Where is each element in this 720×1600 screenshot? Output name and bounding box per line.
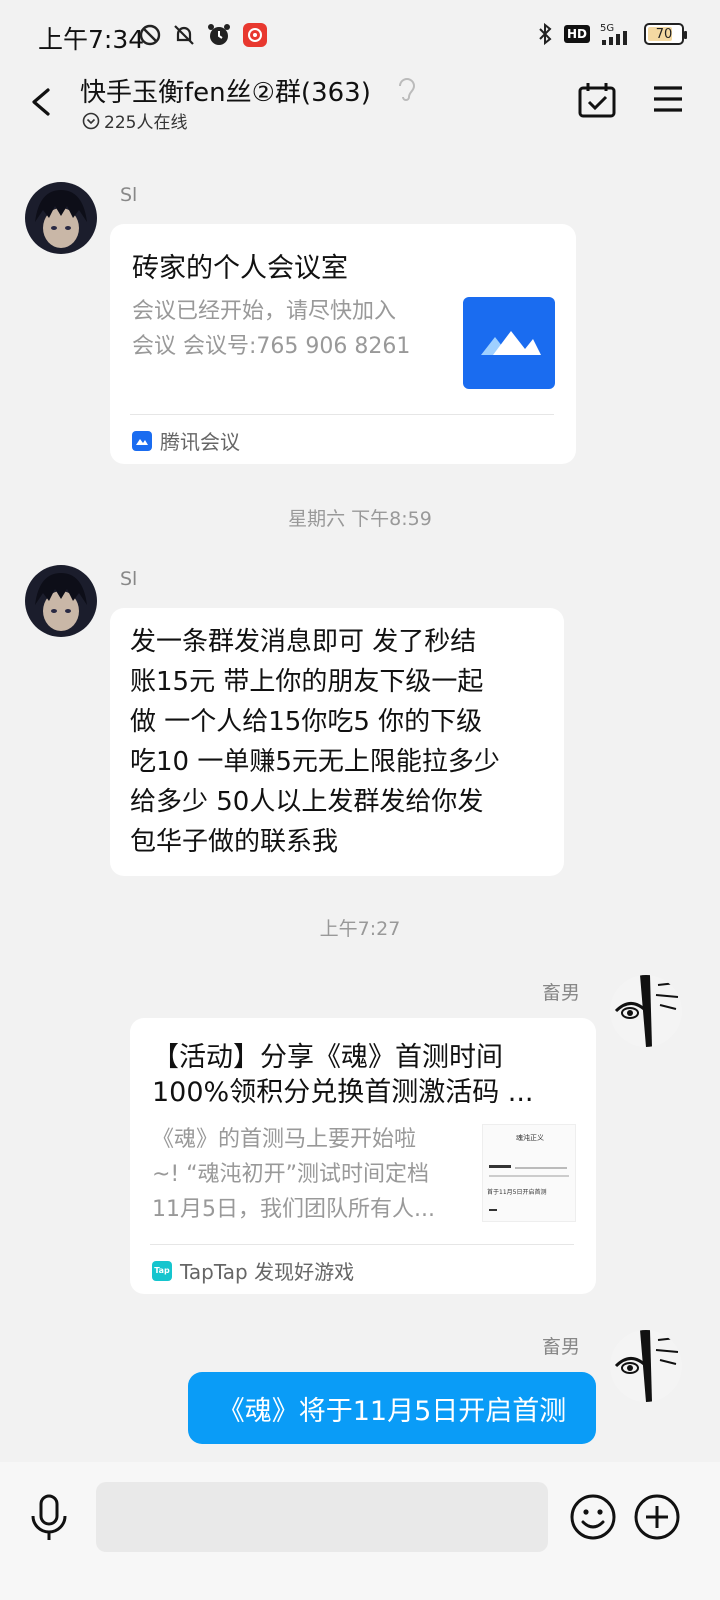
meeting-card[interactable]: 砖家的个人会议室 会议已经开始，请尽快加入 会议 会议号:765 906 826… <box>110 224 576 464</box>
card-source: Tap TapTap 发现好游戏 <box>152 1256 354 1285</box>
card-title: 砖家的个人会议室 <box>132 253 348 284</box>
card-desc-line: 《魂》的首测马上要开始啦 <box>152 1127 417 1152</box>
card-divider <box>150 1244 574 1245</box>
tencent-meeting-logo <box>463 297 555 389</box>
avatar-sl[interactable] <box>25 182 97 254</box>
card-desc-line: 会议 会议号:765 906 8261 <box>132 334 411 359</box>
menu-button[interactable] <box>652 84 684 114</box>
online-count-label: 225人在线 <box>104 113 188 133</box>
input-bar <box>0 1462 720 1600</box>
sender-name: Sl <box>120 568 138 590</box>
bluetooth-icon <box>539 22 552 46</box>
microphone-button[interactable] <box>28 1494 70 1542</box>
thumbnail-title: 魂沌正义 <box>516 1134 544 1142</box>
message-line: 给多少 50人以上发群发给你发 <box>130 787 484 817</box>
chat-header: 快手玉衡fen丝②群(363) 225人在线 <box>0 72 720 142</box>
message-text: 发一条群发消息即可 发了秒结 账15元 带上你的朋友下级一起 做 一个人给15你… <box>130 622 550 862</box>
message-line: 做 一个人给15你吃5 你的下级 <box>130 707 483 737</box>
card-source-label: 腾讯会议 <box>160 430 240 454</box>
status-time: 上午7:34 <box>38 25 145 54</box>
taptap-share-card[interactable]: 【活动】分享《魂》首测时间 100%领积分兑换首测激活码 ... 《魂》的首测马… <box>130 1018 596 1294</box>
music-app-icon <box>243 23 267 47</box>
chevron-circle-icon <box>82 112 100 129</box>
tencent-meeting-icon <box>132 430 152 451</box>
message-text: 《魂》将于11月5日开启首测 <box>217 1395 567 1427</box>
sender-name: 畜男 <box>542 982 581 1004</box>
thumbnail-text: 首于11月5日开启首测 <box>487 1189 547 1196</box>
text-message-bubble[interactable]: 发一条群发消息即可 发了秒结 账15元 带上你的朋友下级一起 做 一个人给15你… <box>110 608 564 876</box>
message-line: 账15元 带上你的朋友下级一起 <box>130 667 484 697</box>
outgoing-message-bubble[interactable]: 《魂》将于11月5日开启首测 <box>188 1372 596 1444</box>
timestamp: 上午7:27 <box>319 918 401 940</box>
taptap-icon: Tap <box>152 1260 172 1281</box>
card-source: 腾讯会议 <box>132 426 240 455</box>
message-line: 发一条群发消息即可 发了秒结 <box>130 627 477 657</box>
message-line: 吃10 一单赚5元无上限能拉多少 <box>130 747 500 777</box>
battery-icon: 70 <box>644 23 687 45</box>
svg-text:5G: 5G <box>600 23 614 34</box>
card-divider <box>130 414 554 415</box>
card-title: 【活动】分享《魂》首测时间 100%领积分兑换首测激活码 ... <box>152 1040 534 1110</box>
ear-icon[interactable] <box>396 74 418 104</box>
calendar-check-button[interactable] <box>578 82 616 118</box>
card-description: 会议已经开始，请尽快加入 会议 会议号:765 906 8261 <box>132 294 442 364</box>
status-bar: 上午7:34 HD 5G 70 <box>0 0 720 72</box>
avatar-chunan[interactable] <box>610 975 682 1047</box>
online-count[interactable]: 225人在线 <box>82 108 187 133</box>
signal-icon: 5G <box>600 23 627 45</box>
status-left-icons <box>138 22 268 48</box>
card-source-label: TapTap 发现好游戏 <box>180 1260 355 1284</box>
chat-title[interactable]: 快手玉衡fen丝②群(363) <box>80 72 371 109</box>
sender-name: Sl <box>120 184 138 206</box>
battery-level: 70 <box>655 26 673 42</box>
card-desc-line: ~! “魂沌初开”测试时间定档 <box>152 1162 430 1187</box>
card-title-line: 【活动】分享《魂》首测时间 <box>152 1042 503 1073</box>
card-title-line: 100%领积分兑换首测激活码 ... <box>152 1077 534 1108</box>
status-right-icons: HD 5G 70 <box>536 22 687 46</box>
hd-badge: HD <box>563 25 590 43</box>
avatar-sl[interactable] <box>25 565 97 637</box>
card-description: 《魂》的首测马上要开始啦 ~! “魂沌初开”测试时间定档 11月5日，我们团队所… <box>152 1122 472 1227</box>
card-desc-line: 11月5日，我们团队所有人... <box>152 1197 435 1222</box>
alarm-icon <box>208 24 230 45</box>
message-line: 包华子做的联系我 <box>130 827 339 857</box>
emoji-button[interactable] <box>568 1492 618 1542</box>
add-attachment-button[interactable] <box>632 1492 682 1542</box>
avatar-chunan[interactable] <box>610 1330 682 1402</box>
do-not-disturb-icon <box>139 24 161 46</box>
message-input[interactable] <box>96 1482 548 1552</box>
card-thumbnail: 魂沌正义 首于11月5日开启首测 <box>482 1124 576 1222</box>
mute-bell-icon <box>174 25 194 45</box>
back-button[interactable] <box>22 82 62 122</box>
sender-name: 畜男 <box>542 1336 581 1358</box>
timestamp: 星期六 下午8:59 <box>288 508 432 530</box>
card-desc-line: 会议已经开始，请尽快加入 <box>132 299 397 324</box>
